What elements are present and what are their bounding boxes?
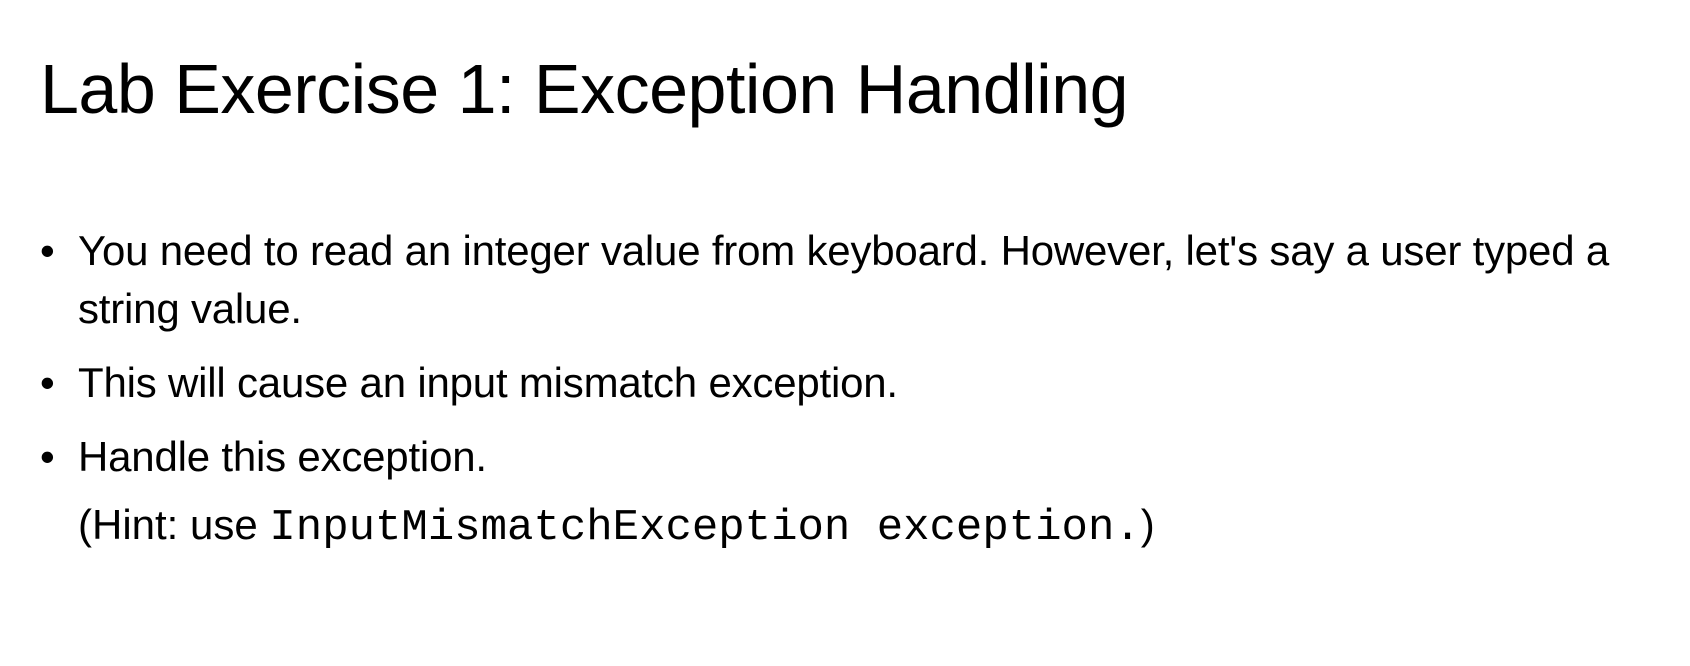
bullet-text: Handle this exception.: [78, 433, 487, 480]
bullet-icon: •: [40, 433, 55, 480]
bullet-icon: •: [40, 359, 55, 406]
slide: Lab Exercise 1: Exception Handling • You…: [0, 0, 1690, 666]
bullet-list: • You need to read an integer value from…: [40, 222, 1660, 486]
bullet-item-mismatch: • This will cause an input mismatch exce…: [40, 354, 1660, 412]
hint-prefix: (Hint: use: [78, 501, 270, 548]
bullet-item-read-integer: • You need to read an integer value from…: [40, 222, 1660, 338]
hint-code: InputMismatchException exception.: [269, 503, 1141, 553]
hint-suffix: ): [1140, 501, 1155, 548]
hint-line: (Hint: use InputMismatchException except…: [40, 496, 1660, 557]
bullet-text: You need to read an integer value from k…: [78, 227, 1609, 332]
slide-title: Lab Exercise 1: Exception Handling: [40, 50, 1129, 128]
bullet-item-handle: • Handle this exception.: [40, 428, 1660, 486]
bullet-text: This will cause an input mismatch except…: [78, 359, 898, 406]
slide-body: • You need to read an integer value from…: [40, 222, 1660, 557]
bullet-icon: •: [40, 227, 55, 274]
